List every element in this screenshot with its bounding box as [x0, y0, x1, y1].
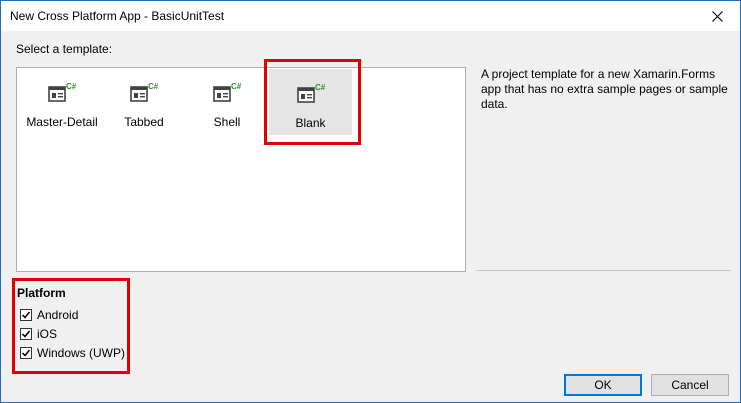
title-bar[interactable]: New Cross Platform App - BasicUnitTest: [1, 1, 740, 31]
template-label: Master-Detail: [26, 115, 98, 129]
template-tabbed[interactable]: C# Tabbed: [104, 68, 184, 134]
xamarin-template-icon: C#: [48, 82, 76, 102]
highlight-box-platform: [12, 278, 130, 374]
template-shell[interactable]: C# Shell: [187, 68, 267, 134]
svg-text:C#: C#: [66, 82, 76, 91]
cancel-button[interactable]: Cancel: [651, 374, 729, 396]
close-button[interactable]: [694, 1, 740, 31]
description-divider: [476, 270, 731, 271]
close-icon: [711, 10, 723, 22]
svg-text:C#: C#: [148, 82, 158, 91]
select-template-label: Select a template:: [16, 42, 113, 56]
window-title: New Cross Platform App - BasicUnitTest: [10, 9, 225, 23]
dialog-window: New Cross Platform App - BasicUnitTest S…: [0, 0, 741, 403]
xamarin-template-icon: C#: [130, 82, 158, 102]
template-description: A project template for a new Xamarin.For…: [481, 67, 728, 111]
template-label: Tabbed: [124, 115, 164, 129]
highlight-box-blank: [264, 59, 361, 145]
ok-button[interactable]: OK: [564, 374, 642, 396]
svg-text:C#: C#: [231, 82, 241, 91]
xamarin-template-icon: C#: [213, 82, 241, 102]
template-label: Shell: [213, 115, 241, 129]
template-master-detail[interactable]: C# Master-Detail: [22, 68, 102, 134]
template-list[interactable]: C# Master-Detail C# Tabbed C# Shell C# B…: [16, 67, 466, 272]
